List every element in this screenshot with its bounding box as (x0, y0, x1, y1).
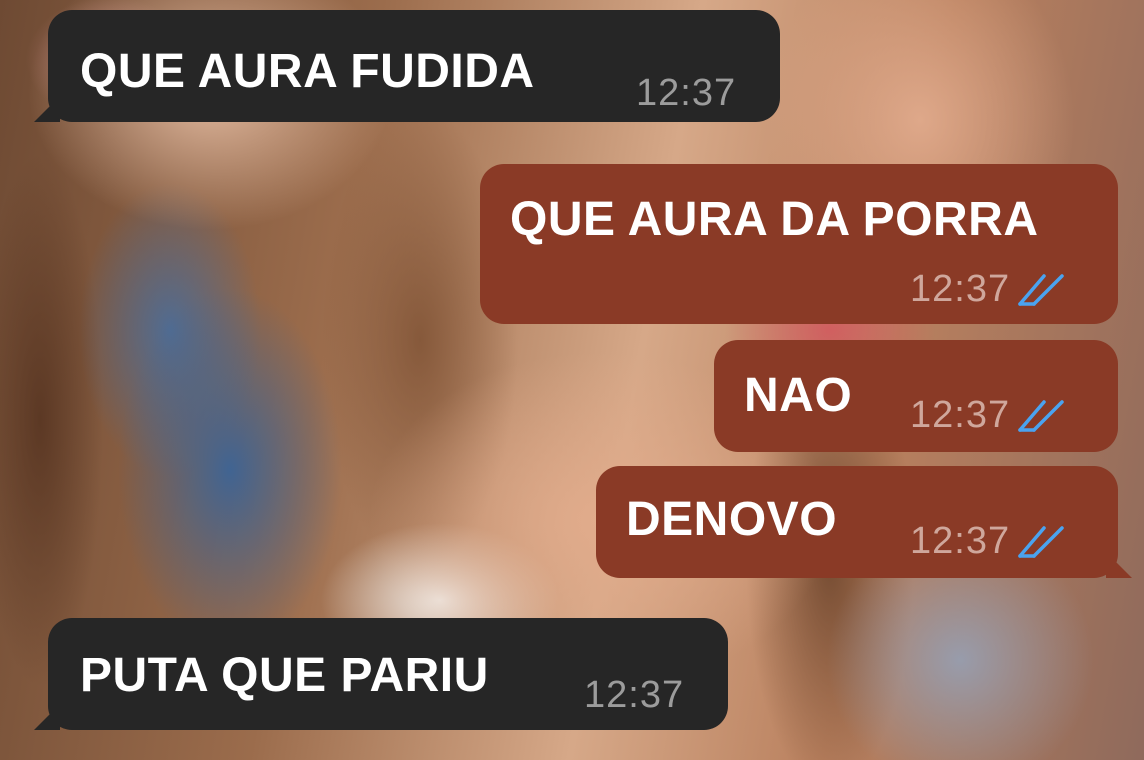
message-meta: 12:37 (584, 676, 684, 714)
message-bubble-outgoing[interactable]: QUE AURA DA PORRA 12:37 (480, 164, 1118, 324)
message-time: 12:37 (584, 674, 685, 716)
message-meta: 12:37 (910, 270, 1070, 308)
message-text: DENOVO (626, 493, 838, 546)
message-meta: 12:37 (910, 522, 1070, 560)
message-bubble-incoming[interactable]: QUE AURA FUDIDA 12:37 (34, 10, 780, 122)
message-time: 12:37 (910, 394, 1011, 436)
message-text: PUTA QUE PARIU (80, 649, 489, 702)
message-time: 12:37 (910, 520, 1011, 562)
message-text: QUE AURA FUDIDA (80, 45, 535, 98)
message-time: 12:37 (636, 72, 737, 114)
message-text: QUE AURA DA PORRA (510, 193, 1039, 246)
chat-background: QUE AURA FUDIDA 12:37 QUE AURA DA PORRA … (0, 0, 1144, 760)
double-check-read-icon (1018, 400, 1064, 432)
bubble-tail (34, 96, 60, 122)
double-check-read-icon (1018, 274, 1064, 306)
message-text: NAO (744, 369, 853, 422)
message-bubble-outgoing[interactable]: DENOVO 12:37 (596, 466, 1132, 578)
bubble-tail (1106, 552, 1132, 578)
bubble-tail (34, 704, 60, 730)
message-meta: 12:37 (636, 74, 736, 112)
message-time: 12:37 (910, 268, 1011, 310)
message-bubble-outgoing[interactable]: NAO 12:37 (714, 340, 1118, 452)
double-check-read-icon (1018, 526, 1064, 558)
message-meta: 12:37 (910, 396, 1070, 434)
message-bubble-incoming[interactable]: PUTA QUE PARIU 12:37 (34, 618, 728, 730)
